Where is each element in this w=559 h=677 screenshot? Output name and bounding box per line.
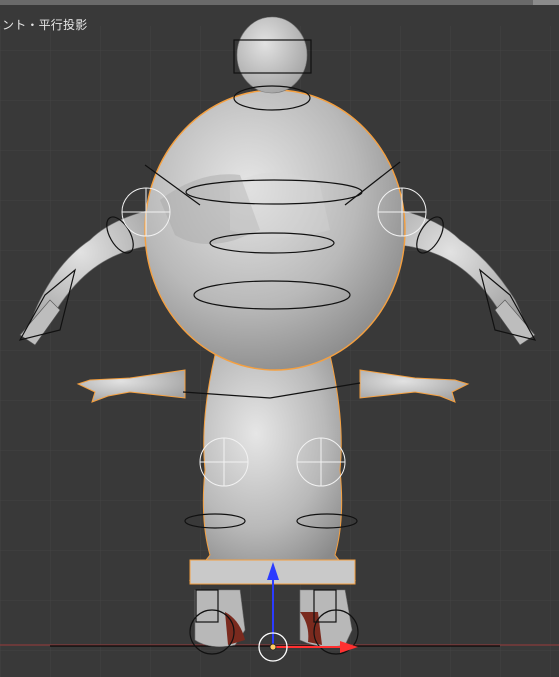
- lower-body: [188, 354, 357, 581]
- 3d-viewport[interactable]: ント・平行投影: [0, 0, 559, 677]
- gizmo-pivot[interactable]: [269, 643, 277, 651]
- head: [236, 16, 308, 94]
- scene-canvas[interactable]: [0, 0, 559, 677]
